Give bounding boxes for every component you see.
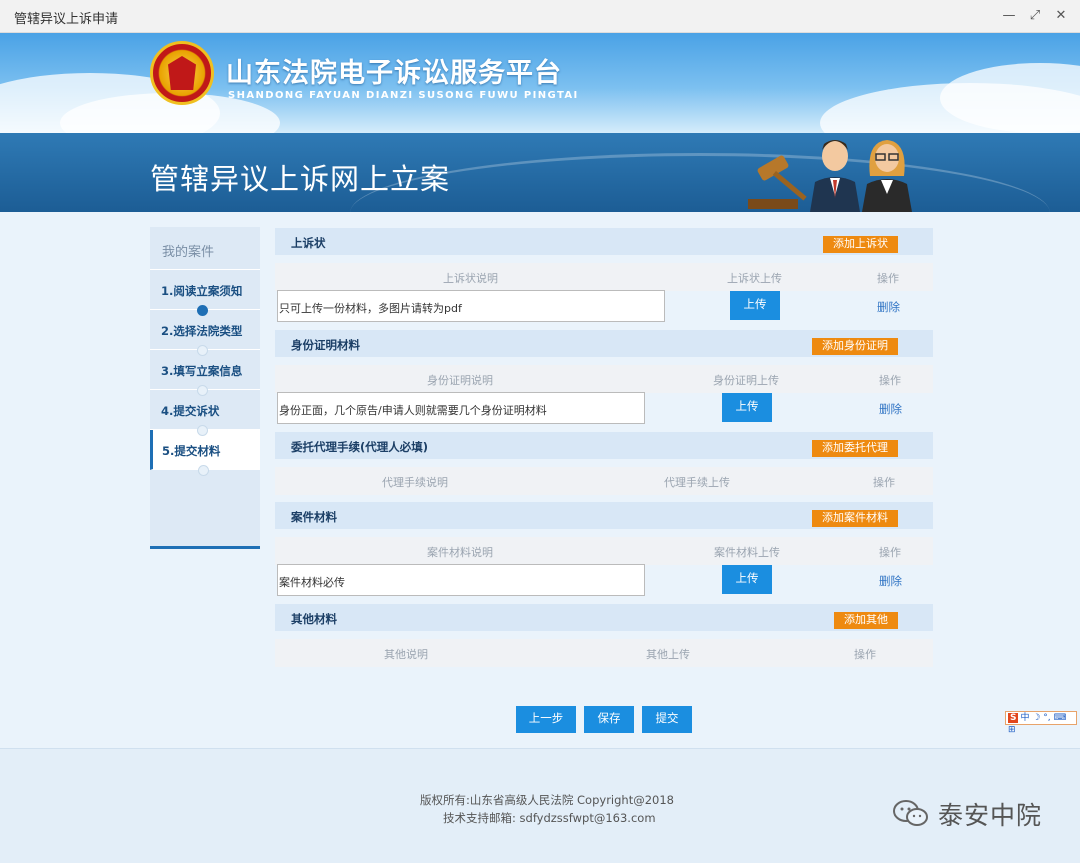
step-label: 3.填写立案信息 <box>161 364 243 378</box>
col-desc: 其他说明 <box>384 648 428 661</box>
col-upload: 上诉状上传 <box>727 272 782 285</box>
table-header: 身份证明说明 身份证明上传 操作 <box>275 365 933 393</box>
add-appeal-button[interactable]: 添加上诉状 <box>823 236 898 253</box>
watermark-text: 泰安中院 <box>938 801 1043 830</box>
table-row: 身份正面，几个原告/申请人则就需要几个身份证明材料 上传 删除 <box>275 392 933 426</box>
page-banner: 管辖异议上诉网上立案 <box>0 133 1080 212</box>
delete-link[interactable]: 删除 <box>879 401 902 417</box>
copyright-text: 版权所有:山东省高级人民法院 Copyright@2018 <box>420 793 674 807</box>
step-read-notice[interactable]: 1.阅读立案须知 <box>150 270 260 316</box>
page-title: 管辖异议上诉网上立案 <box>150 162 451 196</box>
upload-button[interactable]: 上传 <box>730 291 780 320</box>
col-desc: 代理手续说明 <box>382 476 448 489</box>
section-appeal: 上诉状 添加上诉状 <box>275 228 933 255</box>
step-submit-complaint[interactable]: 4.提交诉状 <box>150 390 260 436</box>
ime-toolbar[interactable]: S中 ☽ °, ⌨ ⊞ <box>1005 711 1077 735</box>
col-upload: 案件材料上传 <box>714 546 780 559</box>
site-subtitle: SHANDONG FAYUAN DIANZI SUSONG FUWU PINGT… <box>228 90 579 101</box>
step-label: 1.阅读立案须知 <box>161 284 243 298</box>
site-header: 山东法院电子诉讼服务平台 SHANDONG FAYUAN DIANZI SUSO… <box>0 33 1080 133</box>
sogou-s-icon: S <box>1008 713 1019 723</box>
maximize-icon[interactable]: ⤢ <box>1028 8 1042 23</box>
add-case-material-button[interactable]: 添加案件材料 <box>812 510 898 527</box>
upload-button[interactable]: 上传 <box>722 565 772 594</box>
court-emblem-icon <box>150 41 214 105</box>
section-case-materials: 案件材料 添加案件材料 <box>275 502 933 529</box>
col-desc: 案件材料说明 <box>427 546 493 559</box>
col-upload: 其他上传 <box>646 648 690 661</box>
step-select-court[interactable]: 2.选择法院类型 <box>150 310 260 356</box>
table-row: 只可上传一份材料，多图片请转为pdf 上传 删除 <box>275 290 933 324</box>
section-title: 上诉状 <box>291 236 326 250</box>
step-submit-materials[interactable]: 5.提交材料 <box>150 430 260 476</box>
step-dot-icon <box>197 345 208 356</box>
step-dot-icon <box>198 465 209 476</box>
step-dot-icon <box>197 425 208 436</box>
section-proxy: 委托代理手续(代理人必填) 添加委托代理 <box>275 432 933 459</box>
table-header: 其他说明 其他上传 操作 <box>275 639 933 667</box>
step-dot-icon <box>197 305 208 316</box>
lawyer-female-icon <box>862 140 912 212</box>
desc-field[interactable]: 身份正面，几个原告/申请人则就需要几个身份证明材料 <box>277 392 645 424</box>
col-upload: 身份证明上传 <box>713 374 779 387</box>
section-title: 案件材料 <box>291 510 337 524</box>
lawyer-male-icon <box>810 140 860 212</box>
table-header: 代理手续说明 代理手续上传 操作 <box>275 467 933 495</box>
case-steps-sidebar: 我的案件 1.阅读立案须知 2.选择法院类型 3.填写立案信息 4.提交诉状 5… <box>150 227 260 549</box>
add-proxy-button[interactable]: 添加委托代理 <box>812 440 898 457</box>
window-title: 管辖异议上诉申请 <box>14 12 119 27</box>
step-label: 2.选择法院类型 <box>161 324 243 338</box>
section-identity: 身份证明材料 添加身份证明 <box>275 330 933 357</box>
desc-field[interactable]: 只可上传一份材料，多图片请转为pdf <box>277 290 665 322</box>
window-controls: — ⤢ ✕ <box>1002 8 1068 23</box>
upload-button[interactable]: 上传 <box>722 393 772 422</box>
delete-link[interactable]: 删除 <box>877 299 900 315</box>
section-title: 委托代理手续(代理人必填) <box>291 440 429 454</box>
submit-button[interactable]: 提交 <box>642 706 692 733</box>
add-other-button[interactable]: 添加其他 <box>834 612 898 629</box>
col-op: 操作 <box>879 546 901 559</box>
step-label: 4.提交诉状 <box>161 404 220 418</box>
col-op: 操作 <box>873 476 895 489</box>
col-op: 操作 <box>879 374 901 387</box>
col-desc: 上诉状说明 <box>443 272 498 285</box>
table-header: 案件材料说明 案件材料上传 操作 <box>275 537 933 565</box>
window-titlebar: 管辖异议上诉申请 — ⤢ ✕ <box>0 0 1080 33</box>
add-identity-button[interactable]: 添加身份证明 <box>812 338 898 355</box>
col-upload: 代理手续上传 <box>664 476 730 489</box>
table-row: 案件材料必传 上传 删除 <box>275 564 933 598</box>
close-icon[interactable]: ✕ <box>1054 8 1068 23</box>
col-desc: 身份证明说明 <box>427 374 493 387</box>
section-other: 其他材料 添加其他 <box>275 604 933 631</box>
prev-step-button[interactable]: 上一步 <box>516 706 576 733</box>
desc-field[interactable]: 案件材料必传 <box>277 564 645 596</box>
support-email: 技术支持邮箱: sdfydzssfwpt@163.com <box>443 811 656 825</box>
site-title: 山东法院电子诉讼服务平台 <box>226 58 562 89</box>
step-dot-icon <box>197 385 208 396</box>
section-title: 其他材料 <box>291 612 337 626</box>
step-label: 5.提交材料 <box>162 444 221 458</box>
sidebar-heading: 我的案件 <box>150 227 260 270</box>
save-button[interactable]: 保存 <box>584 706 634 733</box>
wechat-watermark: 泰安中院 <box>892 796 1042 832</box>
wechat-icon <box>893 800 928 826</box>
delete-link[interactable]: 删除 <box>879 573 902 589</box>
step-fill-info[interactable]: 3.填写立案信息 <box>150 350 260 396</box>
section-title: 身份证明材料 <box>291 338 360 352</box>
table-header: 上诉状说明 上诉状上传 操作 <box>275 263 933 291</box>
col-op: 操作 <box>854 648 876 661</box>
minimize-icon[interactable]: — <box>1002 8 1016 23</box>
col-op: 操作 <box>877 272 899 285</box>
